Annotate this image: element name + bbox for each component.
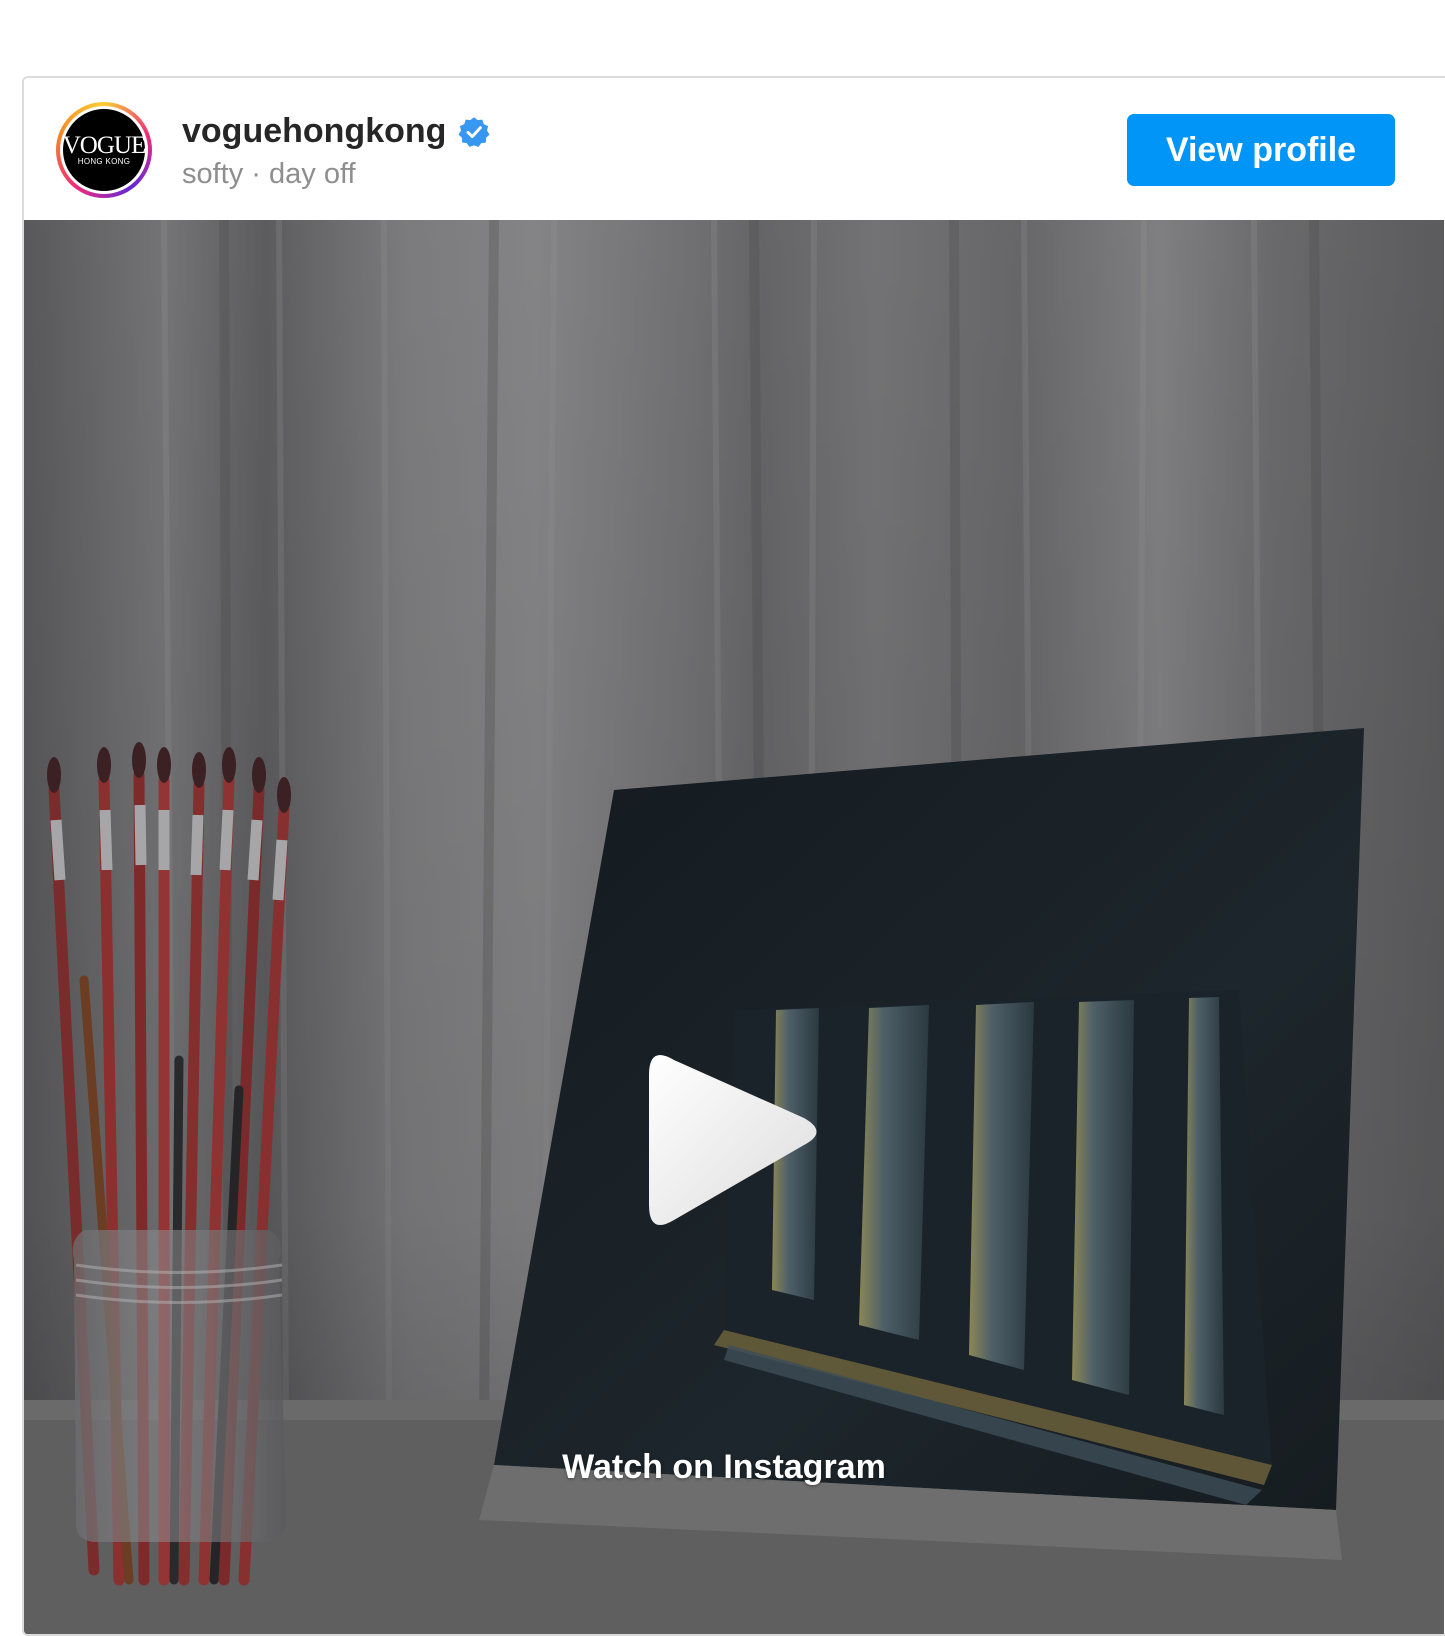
instagram-embed-card: VOGUE HONG KONG voguehongkong softy · da… xyxy=(22,76,1445,1636)
view-profile-button[interactable]: View profile xyxy=(1127,114,1395,186)
avatar-image: VOGUE HONG KONG xyxy=(60,106,148,194)
avatar[interactable]: VOGUE HONG KONG xyxy=(56,102,152,198)
video-thumbnail[interactable]: Watch on Instagram xyxy=(24,220,1444,1634)
video-still-image xyxy=(24,220,1444,1634)
profile-username-row: voguehongkong xyxy=(182,112,490,151)
watch-on-instagram-link[interactable]: Watch on Instagram xyxy=(24,1448,1424,1487)
profile-subtitle: softy · day off xyxy=(182,158,356,190)
avatar-logo-word: VOGUE xyxy=(62,131,146,159)
embed-header: VOGUE HONG KONG voguehongkong softy · da… xyxy=(24,78,1444,220)
profile-username[interactable]: voguehongkong xyxy=(182,112,446,151)
verified-badge-icon xyxy=(458,116,490,147)
avatar-logo-sub: HONG KONG xyxy=(77,156,131,166)
